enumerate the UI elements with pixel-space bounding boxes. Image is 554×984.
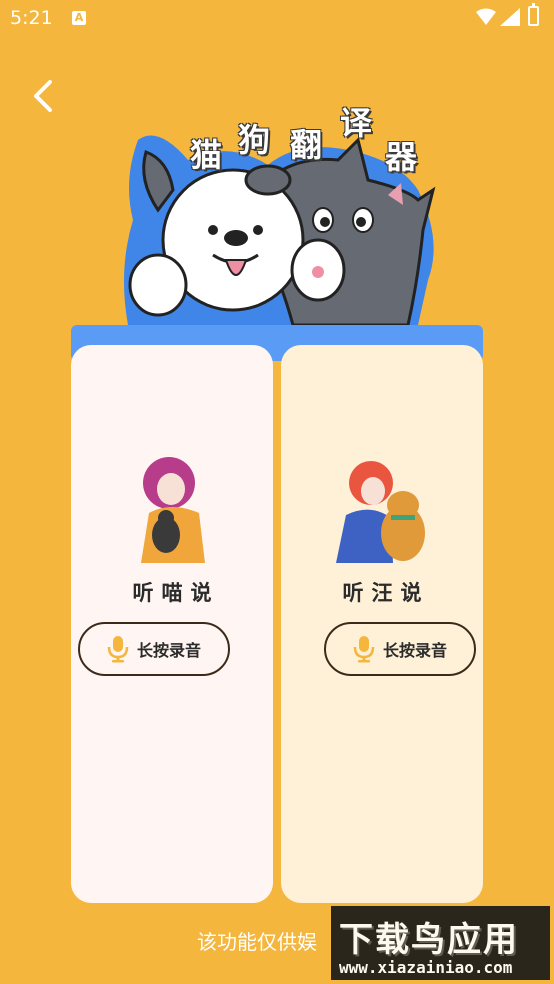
dog-card: 听汪说 长按录音 (281, 345, 483, 903)
record-cat-button[interactable]: 长按录音 (78, 622, 230, 676)
cat-card-title: 听喵说 (132, 581, 220, 605)
girl-with-dog-illustration (336, 461, 425, 563)
record-button-label: 长按录音 (136, 641, 201, 660)
cat-card: 听喵说 长按录音 (71, 345, 273, 903)
microphone-icon (107, 636, 129, 663)
record-button-label: 长按录音 (382, 641, 447, 660)
title-char: 译 (340, 104, 373, 142)
title-char: 器 (385, 138, 418, 176)
title-char: 翻 (290, 126, 323, 164)
status-time: 5:21 (10, 7, 53, 29)
disclaimer-text: 该功能仅供娱 (197, 930, 317, 954)
girl-with-cat-illustration (141, 457, 205, 563)
title-char: 猫 (190, 136, 223, 174)
wifi-icon (476, 8, 496, 25)
record-dog-button[interactable]: 长按录音 (324, 622, 476, 676)
dog-card-title: 听汪说 (342, 581, 430, 605)
title-char: 狗 (238, 121, 271, 159)
status-bar: 5:21 A (0, 0, 554, 38)
battery-icon (528, 3, 539, 26)
back-arrow-icon[interactable] (26, 78, 62, 114)
watermark-title: 下载鸟应用 (339, 920, 519, 960)
watermark: 下载鸟应用 www.xiazainiao.com (331, 906, 550, 980)
watermark-url: www.xiazainiao.com (339, 958, 513, 977)
signal-icon (500, 8, 520, 26)
a-icon: A (72, 11, 86, 25)
microphone-icon (353, 636, 375, 663)
